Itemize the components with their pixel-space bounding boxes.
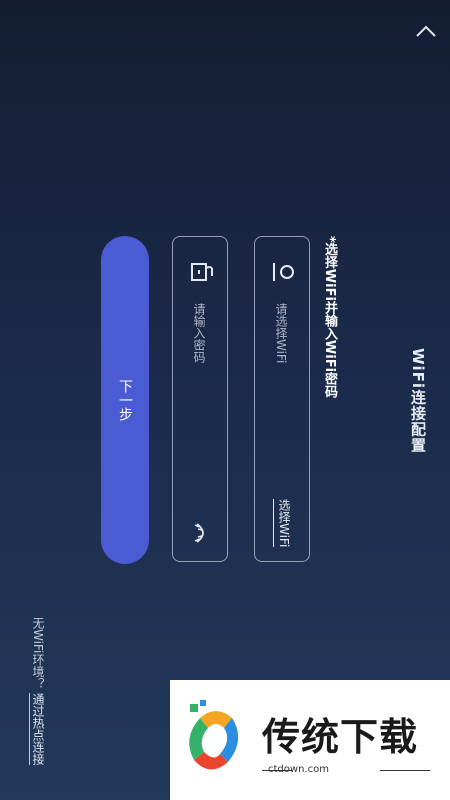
watermark-url: ctdown.com (268, 764, 329, 775)
divider (380, 770, 430, 771)
eye-closed-icon[interactable] (189, 521, 213, 545)
choose-wifi-link[interactable]: 选择WiFi (273, 499, 293, 548)
lock-icon (191, 263, 213, 281)
page-title: WiFi连接配置 (409, 348, 427, 454)
watermark-banner: 传统下载 ctdown.com (170, 680, 450, 800)
wifi-user-icon (273, 263, 294, 281)
instruction-hint: *选择WiFi并输入WiFi密码 (322, 236, 337, 399)
hotspot-connect-link[interactable]: 通过热点连接 (29, 693, 45, 766)
collapse-chevron-button[interactable] (412, 18, 440, 44)
no-wifi-prefix: 无WiFi环境？ (31, 617, 45, 690)
wifi-placeholder: 请选择WiFi (274, 303, 288, 364)
next-step-button[interactable]: 下一步 (101, 236, 149, 564)
password-field[interactable]: 请输入密码 (172, 236, 228, 562)
password-placeholder: 请输入密码 (192, 303, 206, 363)
brand-logo-icon (189, 700, 239, 770)
no-wifi-row: 无WiFi环境？ 通过热点连接 (29, 617, 47, 766)
watermark-brand: 传统下载 (262, 715, 419, 759)
chevron-up-icon (416, 25, 436, 37)
wifi-select-field[interactable]: 请选择WiFi 选择WiFi (254, 236, 310, 562)
next-step-label: 下一步 (117, 379, 133, 421)
